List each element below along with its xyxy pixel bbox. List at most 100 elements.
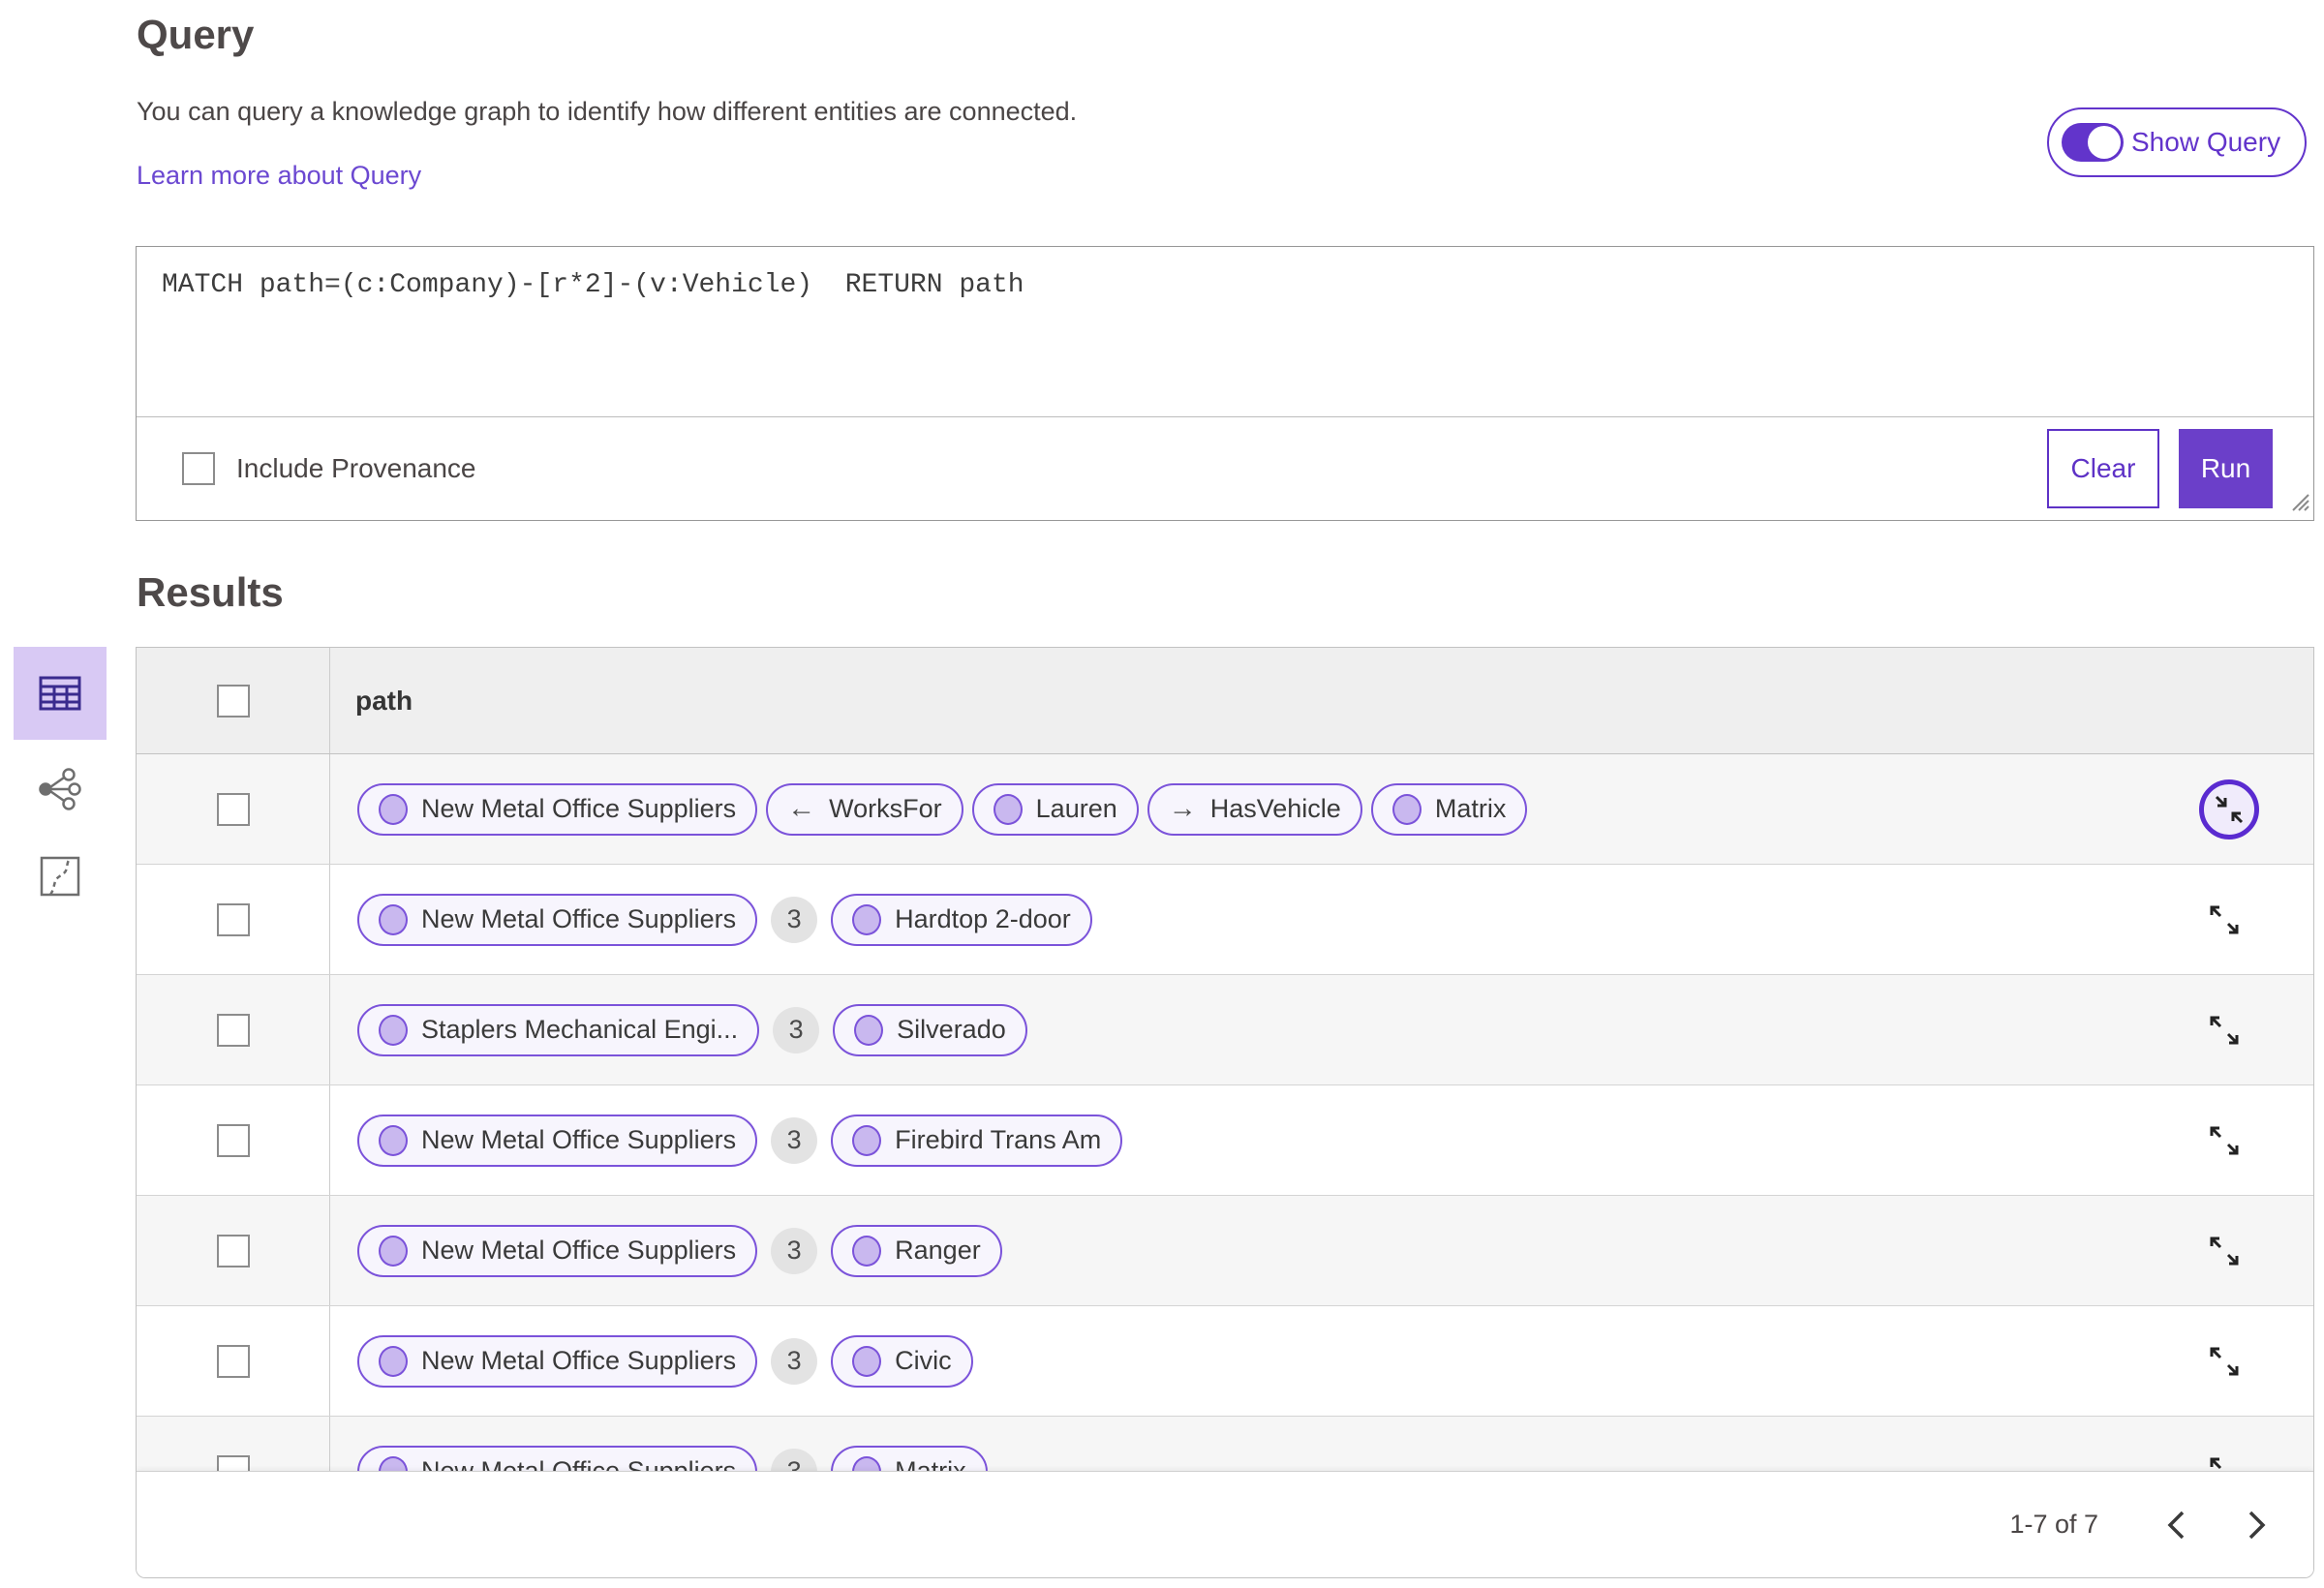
arrow-left-icon: ← [787,793,816,824]
entity-chip-label: New Metal Office Suppliers [421,1125,737,1154]
entity-dot-icon [993,793,1023,825]
entity-chip[interactable]: Hardtop 2-door [831,893,1092,946]
hop-count-badge: 3 [771,896,818,943]
entity-dot-icon [854,1014,884,1046]
entity-chip[interactable]: Matrix [1370,782,1528,836]
entity-chip[interactable]: Silverado [833,1003,1027,1056]
entity-dot-icon [852,1235,882,1267]
query-description: You can query a knowledge graph to ident… [137,97,1078,126]
entity-dot-icon [1391,793,1422,825]
path-column-header: path [355,685,413,716]
clear-button[interactable]: Clear [2047,429,2159,508]
expand-row-button[interactable] [2207,1234,2242,1268]
entity-chip[interactable]: New Metal Office Suppliers [357,1114,758,1167]
hop-count-badge: 3 [773,1006,820,1054]
path-cell: New Metal Office Suppliers 3 Ranger [330,1196,2313,1305]
expand-icon [2210,1126,2239,1154]
row-checkbox-cell [137,1306,330,1416]
results-table: path New Metal Office Suppliers ← WorksFor… [136,647,2314,1578]
entity-chip-label: Hardtop 2-door [895,904,1071,933]
path-cell: Staplers Mechanical Engi... 3 Silverado [330,975,2313,1084]
entity-chip[interactable]: Firebird Trans Am [831,1114,1123,1167]
show-query-toggle[interactable]: Show Query [2047,107,2307,177]
entity-chip[interactable]: Staplers Mechanical Engi... [357,1003,760,1056]
expand-row-button[interactable] [2207,1013,2242,1048]
row-checkbox-cell [137,975,330,1084]
row-checkbox[interactable] [216,1234,250,1267]
expand-row-button[interactable] [2207,902,2242,937]
page-title: Query [137,12,255,57]
table-row: New Metal Office Suppliers 3 Firebird Tran… [137,1085,2313,1196]
toggle-switch-icon[interactable] [2062,123,2124,162]
results-rows: New Metal Office Suppliers ← WorksFor Laure… [137,754,2313,1527]
entity-chip-label: New Metal Office Suppliers [421,1236,737,1265]
table-row: New Metal Office Suppliers 3 Ranger [137,1196,2313,1306]
entity-dot-icon [379,1235,408,1267]
table-footer: 1-7 of 7 [137,1471,2313,1577]
view-switcher-sidebar [14,647,107,937]
expand-icon [2210,1347,2239,1375]
table-header-row: path [137,648,2313,754]
expand-row-button[interactable] [2207,1123,2242,1158]
entity-dot-icon [379,1124,408,1156]
toggle-knob [2088,126,2121,159]
include-provenance-checkbox[interactable] [182,452,215,485]
query-panel-footer: Include Provenance Clear Run [137,417,2313,520]
pagination-range-label: 1-7 of 7 [2009,1510,2098,1539]
query-panel: MATCH path=(c:Company)-[r*2]-(v:Vehicle)… [136,246,2314,521]
entity-chip[interactable]: New Metal Office Suppliers [357,1334,758,1388]
entity-chip-label: Silverado [897,1015,1006,1044]
previous-page-button[interactable] [2155,1503,2199,1547]
relationship-chip[interactable]: ← WorksFor [766,782,963,836]
expand-icon [2210,1237,2239,1265]
collapse-row-button[interactable] [2199,779,2259,840]
select-all-checkbox[interactable] [216,684,250,718]
entity-chip-label: New Metal Office Suppliers [421,904,737,933]
hop-count-badge: 3 [771,1227,818,1274]
path-cell: New Metal Office Suppliers ← WorksFor Laure… [330,754,2313,864]
entity-chip-label: Lauren [1035,794,1117,823]
graph-view-button[interactable] [14,765,107,813]
path-cell: New Metal Office Suppliers 3 Civic [330,1306,2313,1416]
expand-row-button[interactable] [2207,1344,2242,1379]
resize-grip-icon[interactable] [2285,487,2310,517]
table-row: Staplers Mechanical Engi... 3 Silverado [137,975,2313,1085]
entity-chip[interactable]: Lauren [971,782,1139,836]
entity-chip[interactable]: New Metal Office Suppliers [357,1224,758,1277]
entity-chip-label: Staplers Mechanical Engi... [421,1015,739,1044]
header-checkbox-cell [137,648,330,753]
row-checkbox-cell [137,1085,330,1195]
row-checkbox[interactable] [216,1123,250,1157]
path-cell: New Metal Office Suppliers 3 Hardtop 2-doo… [330,865,2313,974]
row-checkbox-cell [137,865,330,974]
entity-dot-icon [852,903,882,935]
entity-chip-label: Civic [895,1346,952,1375]
row-checkbox-cell [137,754,330,864]
next-page-button[interactable] [2234,1503,2278,1547]
table-row: New Metal Office Suppliers ← WorksFor Laure… [137,754,2313,865]
query-page: Query You can query a knowledge graph to… [0,0,2324,1588]
row-checkbox[interactable] [216,1344,250,1378]
chevron-left-icon [2167,1511,2185,1539]
path-cell: New Metal Office Suppliers 3 Firebird Tran… [330,1085,2313,1195]
table-row: New Metal Office Suppliers 3 Hardtop 2-doo… [137,865,2313,975]
entity-chip[interactable]: New Metal Office Suppliers [357,893,758,946]
row-checkbox[interactable] [216,1013,250,1047]
run-button[interactable]: Run [2179,429,2273,508]
entity-chip[interactable]: Ranger [831,1224,1002,1277]
relationship-chip[interactable]: → HasVehicle [1147,782,1362,836]
map-view-button[interactable] [14,852,107,901]
row-checkbox[interactable] [216,792,250,826]
row-checkbox[interactable] [216,902,250,936]
entity-dot-icon [379,1014,408,1046]
entity-chip-label: New Metal Office Suppliers [421,1346,737,1375]
query-input[interactable]: MATCH path=(c:Company)-[r*2]-(v:Vehicle)… [137,247,2313,417]
entity-chip[interactable]: Civic [831,1334,973,1388]
map-view-icon [40,856,80,897]
entity-chip-label: Matrix [1434,794,1507,823]
table-view-button[interactable] [14,647,107,740]
arrow-right-icon: → [1168,793,1197,824]
learn-more-link[interactable]: Learn more about Query [137,161,421,191]
expand-icon [2210,1016,2239,1044]
entity-chip[interactable]: New Metal Office Suppliers [357,782,758,836]
